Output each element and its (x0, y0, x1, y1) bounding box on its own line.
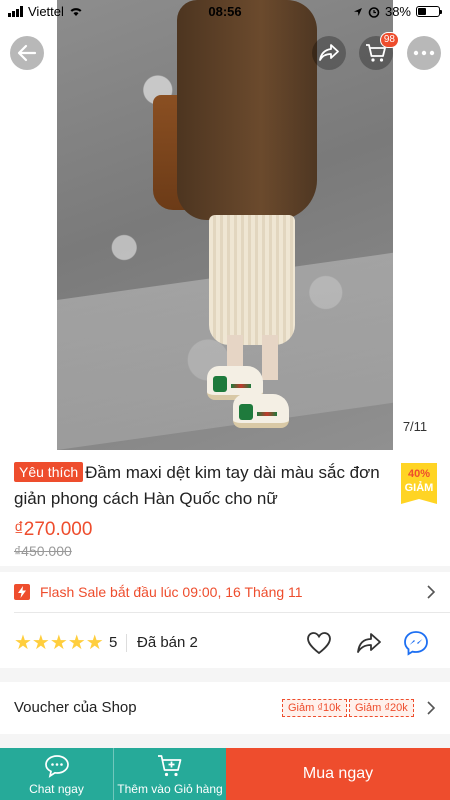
share-icon[interactable] (355, 629, 383, 657)
wifi-icon (70, 8, 82, 16)
add-to-cart-button[interactable]: Thêm vào Giỏ hàng (113, 748, 226, 800)
more-options-button[interactable] (407, 36, 441, 70)
status-right: 38% (353, 4, 442, 19)
messenger-icon[interactable] (402, 629, 430, 657)
rating-row: ★★★★★ 5 Đã bán 2 (0, 622, 450, 664)
battery-icon (416, 6, 442, 17)
heart-icon[interactable] (305, 629, 333, 657)
discount-label: GIẢM (404, 482, 434, 494)
more-dots-icon (413, 50, 435, 56)
photo-knit-dress (209, 215, 295, 345)
chevron-right-icon (427, 701, 436, 715)
signal-icon (8, 6, 23, 17)
arrow-left-icon (17, 44, 37, 62)
rating-separator (126, 634, 127, 652)
chat-now-label: Chat ngay (29, 782, 84, 796)
bottom-action-bar: Chat ngay Thêm vào Giỏ hàng Mua ngay (0, 748, 450, 800)
section-divider (0, 734, 450, 748)
discount-percent: 40% (407, 468, 431, 480)
voucher-tag: Giảm ₫10k (282, 699, 347, 717)
status-left: Viettel (8, 4, 83, 19)
battery-percent: 38% (384, 4, 411, 19)
rating-stars: ★★★★★ (14, 632, 104, 654)
cart-count-badge: 98 (379, 32, 399, 48)
discount-badge: 40% GIẢM (401, 463, 437, 504)
voucher-tag: Giảm ₫20k (349, 699, 414, 717)
voucher-label: Voucher của Shop (14, 699, 137, 716)
flash-sale-row[interactable]: Flash Sale bắt đầu lúc 09:00, 16 Tháng 1… (0, 572, 450, 612)
share-icon (319, 44, 339, 61)
product-title-block: Yêu thích Đầm maxi dệt kim tay dài màu sắ… (14, 460, 394, 512)
photo-sneaker (233, 394, 289, 428)
shop-voucher-row[interactable]: Voucher của Shop Giảm ₫10k Giảm ₫20k (0, 684, 450, 732)
original-price: ₫450.000 (14, 543, 72, 559)
section-divider (0, 668, 450, 682)
favorite-badge: Yêu thích (14, 462, 84, 482)
section-divider (14, 612, 450, 613)
add-to-cart-icon (158, 755, 182, 777)
status-bar: Viettel 08:56 38% (0, 0, 450, 24)
chat-icon (44, 755, 69, 778)
buy-now-button[interactable]: Mua ngay (226, 748, 450, 800)
product-photo (57, 0, 393, 450)
rating-score: 5 (109, 634, 118, 651)
back-button[interactable] (10, 36, 44, 70)
product-image-gallery[interactable]: 98 7/11 (0, 0, 450, 450)
lightning-icon (14, 584, 30, 600)
photo-coat (177, 0, 317, 220)
alarm-icon (368, 6, 380, 18)
current-price: ₫270.000 (14, 519, 93, 540)
status-time: 08:56 (208, 4, 242, 19)
carrier-name: Viettel (28, 4, 64, 19)
image-counter: 7/11 (395, 416, 435, 438)
cart-button[interactable]: 98 (359, 32, 399, 70)
add-to-cart-label: Thêm vào Giỏ hàng (117, 782, 223, 796)
chevron-right-icon (427, 585, 436, 599)
share-button[interactable] (312, 36, 346, 70)
flash-sale-text: Flash Sale bắt đầu lúc 09:00, 16 Tháng 1… (40, 584, 303, 600)
location-icon (353, 7, 362, 16)
chat-now-button[interactable]: Chat ngay (0, 748, 113, 800)
sold-count: Đã bán 2 (137, 634, 198, 651)
